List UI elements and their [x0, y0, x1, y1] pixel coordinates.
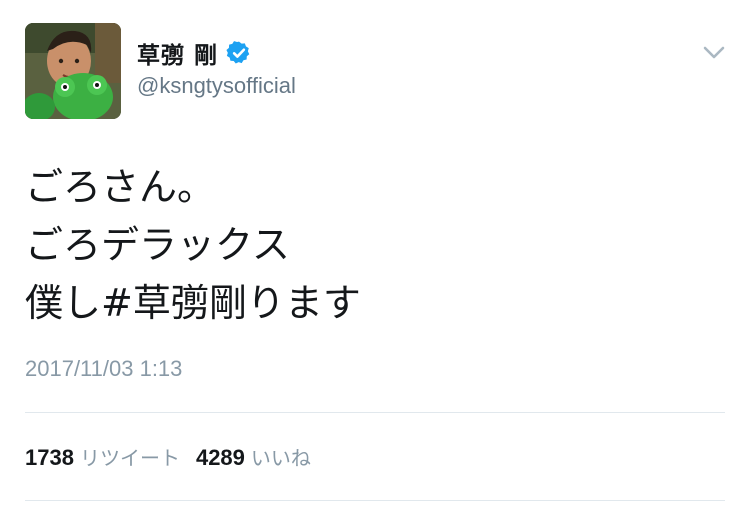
- retweets-stat[interactable]: 1738 リツイート: [25, 442, 180, 471]
- display-name-row: 草彅 剛: [137, 37, 296, 69]
- avatar-image: [25, 23, 121, 119]
- likes-label: いいね: [250, 446, 311, 470]
- tweet-line: ごろデラックス: [25, 223, 290, 267]
- chevron-down-icon[interactable]: [703, 45, 725, 59]
- avatar[interactable]: [25, 23, 121, 119]
- tweet-text: ごろさん。 ごろデラックス 僕し#草彅剛ります: [25, 158, 725, 332]
- likes-stat[interactable]: 4289 いいね: [196, 442, 311, 471]
- tweet-line: ごろさん。: [25, 165, 216, 209]
- likes-count: 4289: [195, 445, 245, 470]
- divider: [25, 500, 725, 501]
- divider: [25, 412, 725, 413]
- retweets-count: 1738: [25, 445, 74, 470]
- hashtag-link[interactable]: #草彅剛: [101, 281, 247, 325]
- tweet-header: 草彅 剛 @ksngtysofficial: [25, 23, 725, 119]
- verified-badge-icon: [226, 40, 252, 66]
- author-names: 草彅 剛 @ksngtysofficial: [137, 37, 296, 99]
- tweet-stats: 1738 リツイート 4289 いいね: [25, 442, 327, 471]
- display-name[interactable]: 草彅 剛: [137, 36, 218, 70]
- author-handle[interactable]: @ksngtysofficial: [137, 73, 296, 99]
- retweets-label: リツイート: [79, 446, 180, 470]
- tweet-line-text: 僕し: [25, 281, 102, 325]
- tweet-line: 僕し#草彅剛ります: [25, 274, 725, 332]
- tweet-line-text: ります: [246, 281, 361, 325]
- tweet-timestamp[interactable]: 2017/11/03 1:13: [25, 356, 182, 382]
